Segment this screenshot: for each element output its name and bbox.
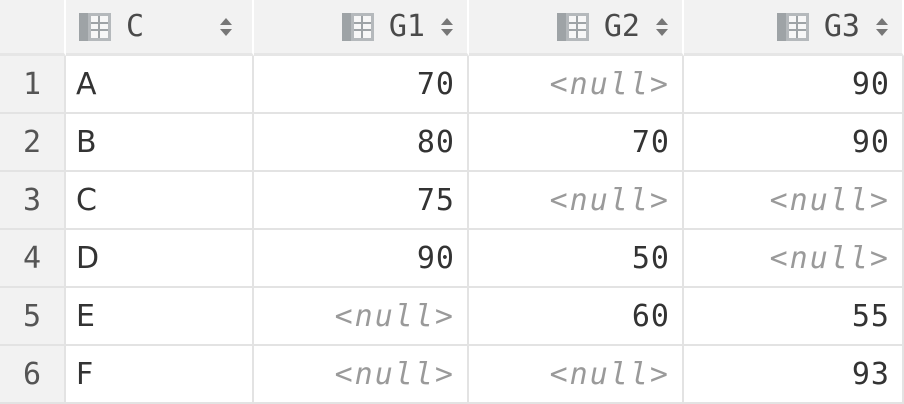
table-row[interactable]: 6 F <null> <null> 93 <box>0 346 904 404</box>
cell-g2[interactable]: 60 <box>469 288 684 346</box>
cell-g1[interactable]: 70 <box>254 56 469 114</box>
cell-g1[interactable]: 90 <box>254 230 469 288</box>
row-number: 2 <box>0 114 66 172</box>
column-label-c: C <box>126 9 145 44</box>
cell-c[interactable]: F <box>66 346 254 404</box>
row-number: 3 <box>0 172 66 230</box>
sort-icon[interactable] <box>654 16 670 38</box>
table-row[interactable]: 5 E <null> 60 55 <box>0 288 904 346</box>
column-header-g2[interactable]: G2 <box>469 0 684 56</box>
cell-c[interactable]: A <box>66 56 254 114</box>
table-row[interactable]: 4 D 90 50 <null> <box>0 230 904 288</box>
cell-g3[interactable]: 90 <box>684 114 904 172</box>
cell-c[interactable]: B <box>66 114 254 172</box>
sort-icon[interactable] <box>218 16 234 38</box>
table-icon <box>79 12 111 41</box>
column-label-g2: G2 <box>603 9 640 44</box>
column-header-c[interactable]: C <box>66 0 254 56</box>
sort-icon[interactable] <box>439 16 455 38</box>
column-header-g3[interactable]: G3 <box>684 0 904 56</box>
column-header-g1[interactable]: G1 <box>254 0 469 56</box>
row-number: 1 <box>0 56 66 114</box>
corner-cell <box>0 0 66 56</box>
cell-g2[interactable]: <null> <box>469 346 684 404</box>
cell-g2[interactable]: 50 <box>469 230 684 288</box>
row-number: 4 <box>0 230 66 288</box>
table-icon <box>341 12 374 41</box>
cell-c[interactable]: E <box>66 288 254 346</box>
cell-g3[interactable]: <null> <box>684 172 904 230</box>
row-number: 5 <box>0 288 66 346</box>
table-row[interactable]: 3 C 75 <null> <null> <box>0 172 904 230</box>
data-grid: C G1 G2 G3 1 A 70 <null> 90 2 B 80 70 90… <box>0 0 904 404</box>
table-row[interactable]: 2 B 80 70 90 <box>0 114 904 172</box>
column-label-g1: G1 <box>388 9 425 44</box>
cell-g3[interactable]: 93 <box>684 346 904 404</box>
cell-g1[interactable]: <null> <box>254 346 469 404</box>
cell-c[interactable]: C <box>66 172 254 230</box>
cell-g2[interactable]: <null> <box>469 172 684 230</box>
cell-g1[interactable]: <null> <box>254 288 469 346</box>
cell-g2[interactable]: 70 <box>469 114 684 172</box>
cell-g2[interactable]: <null> <box>469 56 684 114</box>
header-row: C G1 G2 G3 <box>0 0 904 56</box>
cell-g1[interactable]: 80 <box>254 114 469 172</box>
cell-g3[interactable]: 55 <box>684 288 904 346</box>
sort-icon[interactable] <box>874 16 890 38</box>
cell-g3[interactable]: 90 <box>684 56 904 114</box>
row-number: 6 <box>0 346 66 404</box>
column-label-g3: G3 <box>823 9 860 44</box>
cell-g3[interactable]: <null> <box>684 230 904 288</box>
table-icon <box>556 12 589 41</box>
table-icon <box>776 12 809 41</box>
cell-c[interactable]: D <box>66 230 254 288</box>
cell-g1[interactable]: 75 <box>254 172 469 230</box>
table-row[interactable]: 1 A 70 <null> 90 <box>0 56 904 114</box>
